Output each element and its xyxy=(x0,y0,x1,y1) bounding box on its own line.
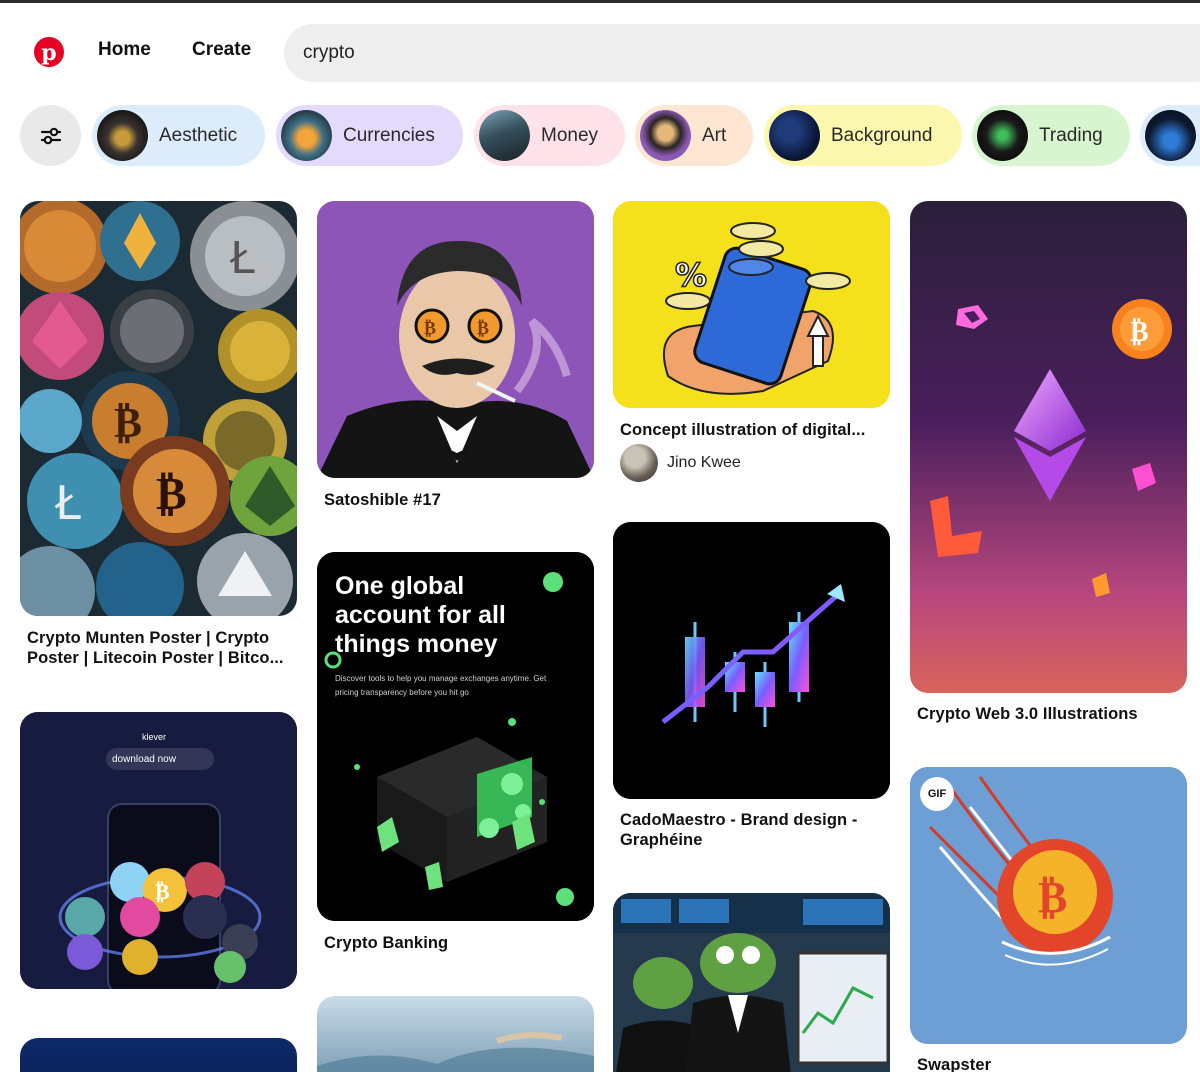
search-input[interactable]: crypto xyxy=(284,24,1200,82)
nav-home[interactable]: Home xyxy=(98,39,151,61)
svg-text:Ł: Ł xyxy=(54,476,81,530)
chip-thumbnail xyxy=(1145,110,1196,161)
guide-chips: Aesthetic Currencies Money Art Backgroun… xyxy=(0,104,1200,168)
svg-text:₿: ₿ xyxy=(114,398,142,447)
banking-subtext: Discover tools to help you manage exchan… xyxy=(335,674,547,697)
svg-text:Ł: Ł xyxy=(229,233,255,284)
chip-label: Aesthetic xyxy=(159,124,238,146)
chip-aesthetic[interactable]: Aesthetic xyxy=(92,105,265,166)
author-name: Jino Kwee xyxy=(667,454,741,471)
sky-illustration xyxy=(317,996,594,1072)
chip-background[interactable]: Background xyxy=(764,105,962,166)
pin-caption[interactable]: Swapster xyxy=(917,1055,1185,1072)
pin-swapster-image[interactable]: ₿ GIF xyxy=(910,767,1187,1044)
svg-text:₿: ₿ xyxy=(1038,872,1067,923)
ethereum-illustration: ₿ xyxy=(910,201,1187,693)
pin-concept-image[interactable]: % xyxy=(613,201,890,408)
svg-text:%: % xyxy=(675,256,707,294)
pinterest-logo[interactable]: p xyxy=(34,37,64,67)
pin-author[interactable]: Jino Kwee xyxy=(620,444,741,482)
pin-web3-image[interactable]: ₿ xyxy=(910,201,1187,693)
chip-thumbnail xyxy=(281,110,332,161)
coins-illustration: Ł ₿ Ł ₿ xyxy=(20,201,297,616)
chip-trading[interactable]: Trading xyxy=(972,105,1130,166)
gif-badge: GIF xyxy=(920,777,954,811)
bitcoin-meteor-illustration: ₿ xyxy=(910,767,1187,1044)
pin-caption[interactable]: Crypto Munten Poster | Crypto Poster | L… xyxy=(27,628,295,668)
chip-label: Trading xyxy=(1039,124,1103,146)
chip-partial[interactable] xyxy=(1140,105,1200,166)
chip-label: Art xyxy=(702,124,727,146)
portrait-illustration: ₿ ₿ xyxy=(317,201,594,478)
pin-crypto-banking-image[interactable]: One global account for all things money … xyxy=(317,552,594,921)
pin-klever-image[interactable]: ₿ klever download now xyxy=(20,712,297,989)
pin-partial-bottom-left[interactable] xyxy=(20,1038,297,1072)
svg-text:₿: ₿ xyxy=(477,318,489,339)
pin-trading-frogs-image[interactable] xyxy=(613,893,890,1072)
chip-thumbnail xyxy=(977,110,1028,161)
pin-caption[interactable]: Crypto Web 3.0 Illustrations xyxy=(917,704,1185,724)
pin-caption[interactable]: CadoMaestro - Brand design - Graphéine xyxy=(620,810,888,850)
search-query: crypto xyxy=(303,42,355,63)
pin-crypto-munten-image[interactable]: Ł ₿ Ł ₿ xyxy=(20,201,297,616)
svg-text:₿: ₿ xyxy=(156,466,187,520)
chip-thumbnail xyxy=(769,110,820,161)
header: p Home Create crypto xyxy=(0,3,1200,93)
klever-brand: klever xyxy=(142,732,167,742)
svg-text:₿: ₿ xyxy=(424,318,436,339)
candlestick-illustration xyxy=(613,522,890,799)
chip-label: Background xyxy=(831,124,933,146)
chip-currencies[interactable]: Currencies xyxy=(276,105,463,166)
sliders-icon xyxy=(40,127,61,144)
chip-label: Currencies xyxy=(343,124,435,146)
nav-create[interactable]: Create xyxy=(192,39,251,61)
phone-hand-illustration: % xyxy=(613,201,890,408)
chip-art[interactable]: Art xyxy=(635,105,753,166)
pin-caption[interactable]: Crypto Banking xyxy=(324,933,592,953)
filter-button[interactable] xyxy=(20,105,81,166)
chip-label: Money xyxy=(541,124,599,146)
svg-text:₿: ₿ xyxy=(155,880,170,905)
pin-cadomaestro-image[interactable] xyxy=(613,522,890,799)
pin-satoshible-image[interactable]: ₿ ₿ xyxy=(317,201,594,478)
svg-text:₿: ₿ xyxy=(1130,315,1149,348)
chip-thumbnail xyxy=(640,110,691,161)
pinterest-logo-icon: p xyxy=(41,40,57,66)
pin-caption[interactable]: Satoshible #17 xyxy=(324,490,592,510)
chip-money[interactable]: Money xyxy=(474,105,625,166)
chip-thumbnail xyxy=(479,110,530,161)
banking-headline: One global account for all things money xyxy=(335,572,506,658)
klever-download-button: download now xyxy=(106,748,214,770)
pin-partial-bottom-center[interactable] xyxy=(317,996,594,1072)
chip-thumbnail xyxy=(97,110,148,161)
pin-caption[interactable]: Concept illustration of digital... xyxy=(620,420,888,440)
author-avatar xyxy=(620,444,658,482)
trading-desk-illustration xyxy=(613,893,890,1072)
